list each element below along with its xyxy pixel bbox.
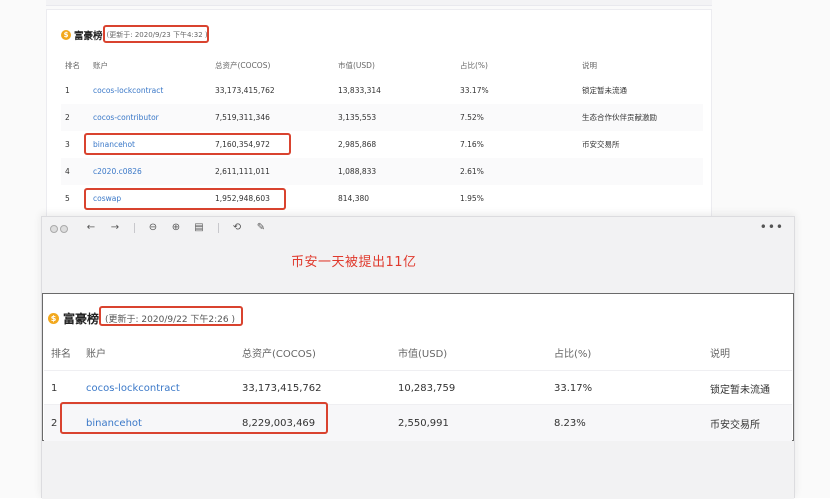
- col-account: 账户: [93, 61, 108, 70]
- rank-cell: 2: [51, 417, 58, 429]
- pct-cell: 7.52%: [460, 113, 484, 122]
- usd-cell: 2,550,991: [398, 417, 449, 429]
- col-total: 总资产(COCOS): [242, 348, 316, 360]
- usd-cell: 13,833,314: [338, 86, 381, 95]
- table-header: 排名 账户 总资产(COCOS) 市值(USD) 占比(%) 说明: [61, 52, 703, 79]
- zoom-in-icon[interactable]: ⊕: [169, 221, 183, 235]
- rank-cell: 3: [65, 140, 70, 149]
- usd-cell: 10,283,759: [398, 382, 456, 394]
- col-desc: 说明: [582, 61, 597, 70]
- toolbar-separator: [134, 223, 135, 233]
- preview-window: ← → ⊖ ⊕ ▤ ⟲ ✎ ••• 币安一天被提出11亿 $ 富豪榜 (更新于:…: [41, 216, 795, 499]
- usd-cell: 2,985,868: [338, 140, 377, 149]
- rank-cell: 1: [65, 86, 70, 95]
- rank-cell: 4: [65, 167, 70, 176]
- table-row: 1 cocos-lockcontract 33,173,415,762 13,8…: [61, 77, 703, 104]
- rank-cell: 5: [65, 194, 70, 203]
- usd-cell: 814,380: [338, 194, 370, 203]
- highlight-box-coswap: [84, 188, 286, 210]
- total-cell: 7,519,311,346: [215, 113, 270, 122]
- col-usd: 市值(USD): [338, 61, 375, 70]
- col-desc: 说明: [710, 348, 730, 360]
- coin-icon: $: [61, 30, 71, 40]
- preview-empty-area: [42, 441, 794, 499]
- table-row: 2 cocos-contributor 7,519,311,346 3,135,…: [61, 104, 703, 131]
- more-icon[interactable]: •••: [760, 220, 784, 234]
- window-minimize-dot[interactable]: [60, 225, 68, 233]
- top-strip: [46, 0, 712, 6]
- rank-cell: 1: [51, 382, 58, 394]
- pct-cell: 1.95%: [460, 194, 484, 203]
- col-pct: 占比(%): [460, 61, 488, 70]
- table-row: 1 cocos-lockcontract 33,173,415,762 10,2…: [44, 370, 792, 405]
- col-usd: 市值(USD): [398, 348, 448, 360]
- preview-toolbar: ← → ⊖ ⊕ ▤ ⟲ ✎ •••: [42, 217, 794, 239]
- table-row: 4 c2020.c0826 2,611,111,011 1,088,833 2.…: [61, 158, 703, 185]
- col-rank: 排名: [65, 61, 80, 70]
- account-link[interactable]: c2020.c0826: [93, 158, 142, 185]
- desc-cell: 生态合作伙伴贡献激励: [582, 113, 657, 122]
- pct-cell: 7.16%: [460, 140, 484, 149]
- pct-cell: 2.61%: [460, 167, 484, 176]
- coin-icon: $: [48, 313, 59, 324]
- back-icon[interactable]: ←: [84, 221, 98, 235]
- markup-icon[interactable]: ✎: [254, 221, 268, 235]
- account-link[interactable]: cocos-lockcontract: [86, 371, 180, 405]
- desc-cell: 币安交易所: [582, 140, 620, 149]
- rank-cell: 2: [65, 113, 70, 122]
- account-link[interactable]: cocos-lockcontract: [93, 77, 163, 104]
- desc-cell: 币安交易所: [710, 419, 760, 431]
- highlight-box-timestamp: [103, 25, 209, 43]
- total-cell: 33,173,415,762: [242, 382, 322, 394]
- col-rank: 排名: [51, 348, 71, 360]
- col-account: 账户: [86, 348, 106, 360]
- highlight-box-binancehot: [84, 133, 291, 155]
- account-link[interactable]: cocos-contributor: [93, 104, 159, 131]
- toolbar-separator: [218, 223, 219, 233]
- pct-cell: 33.17%: [554, 382, 593, 394]
- desc-cell: 锁定暂未流通: [582, 86, 627, 95]
- highlight-box-timestamp-new: [99, 306, 243, 326]
- forward-icon[interactable]: →: [108, 221, 122, 235]
- fit-icon[interactable]: ▤: [192, 221, 206, 235]
- rich-list-title: 富豪榜: [63, 312, 100, 326]
- total-cell: 33,173,415,762: [215, 86, 275, 95]
- pct-cell: 33.17%: [460, 86, 489, 95]
- rotate-icon[interactable]: ⟲: [230, 221, 244, 235]
- col-total: 总资产(COCOS): [215, 61, 271, 70]
- desc-cell: 锁定暂未流通: [710, 384, 770, 396]
- window-close-dot[interactable]: [50, 225, 58, 233]
- table-header: 排名 账户 总资产(COCOS) 市值(USD) 占比(%) 说明: [44, 336, 792, 368]
- highlight-box-binancehot-new: [60, 402, 328, 434]
- zoom-out-icon[interactable]: ⊖: [146, 221, 160, 235]
- usd-cell: 1,088,833: [338, 167, 377, 176]
- rich-list-title: 富豪榜: [74, 31, 103, 42]
- usd-cell: 3,135,553: [338, 113, 377, 122]
- pct-cell: 8.23%: [554, 417, 586, 429]
- total-cell: 2,611,111,011: [215, 167, 270, 176]
- annotation-text: 币安一天被提出11亿: [291, 255, 417, 270]
- col-pct: 占比(%): [554, 348, 592, 360]
